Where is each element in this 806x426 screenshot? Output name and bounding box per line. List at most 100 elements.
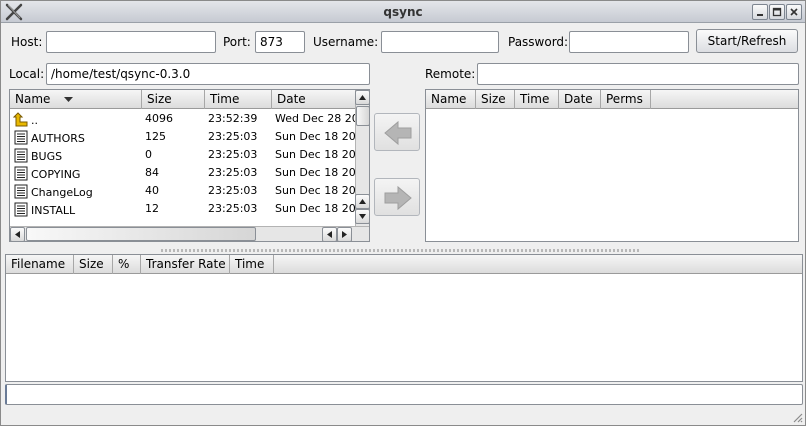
transfer-col-time[interactable]: Time	[230, 255, 274, 274]
arrow-up-icon	[359, 95, 366, 100]
table-row[interactable]: AUTHORS 125 23:25:03 Sun Dec 18 20	[10, 128, 355, 146]
local-horizontal-scrollbar[interactable]	[10, 226, 369, 241]
scroll-right-button[interactable]	[337, 227, 352, 241]
window-title: qsync	[383, 5, 423, 19]
remote-col-date[interactable]: Date	[559, 90, 601, 109]
scroll-down-button[interactable]	[355, 209, 369, 224]
file-name: ChangeLog	[31, 186, 93, 199]
close-button[interactable]	[786, 4, 802, 20]
row-date: Sun Dec 18 20	[275, 202, 355, 215]
row-size: 12	[145, 202, 159, 215]
transfer-col-size[interactable]: Size	[74, 255, 113, 274]
row-name: ChangeLog	[10, 182, 142, 200]
remote-label: Remote:	[425, 67, 476, 81]
resize-grip-icon[interactable]	[791, 411, 803, 423]
maximize-button[interactable]	[769, 4, 785, 20]
title-bar[interactable]: qsync	[1, 1, 805, 23]
local-file-list[interactable]: Name Size Time Date .. 4096 23:52:39 Wed De…	[9, 89, 370, 242]
document-icon	[14, 130, 28, 145]
local-col-time[interactable]: Time	[205, 90, 272, 109]
local-col-size[interactable]: Size	[142, 90, 205, 109]
document-icon	[14, 202, 28, 217]
transfer-list-header: Filename Size % Transfer Rate Time	[6, 255, 802, 274]
local-col-date[interactable]: Date	[272, 90, 355, 109]
document-icon	[14, 166, 28, 181]
remote-file-list[interactable]: Name Size Time Date Perms	[425, 89, 799, 242]
file-name: BUGS	[31, 150, 63, 163]
table-row[interactable]: ChangeLog 40 23:25:03 Sun Dec 18 20	[10, 182, 355, 200]
row-size: 4096	[145, 112, 173, 125]
transfer-col-percent[interactable]: %	[113, 255, 141, 274]
row-size: 84	[145, 166, 159, 179]
document-icon	[14, 148, 28, 163]
password-label: Password:	[508, 35, 569, 49]
table-row[interactable]: INSTALL 12 23:25:03 Sun Dec 18 20	[10, 200, 355, 218]
horizontal-scroll-thumb[interactable]	[26, 227, 256, 241]
local-list-header: Name Size Time Date	[10, 90, 355, 109]
transfer-col-rate[interactable]: Transfer Rate	[141, 255, 230, 274]
start-refresh-button[interactable]: Start/Refresh	[696, 29, 798, 53]
close-icon	[790, 8, 798, 16]
remote-col-name[interactable]: Name	[426, 90, 476, 109]
row-date: Sun Dec 18 20	[275, 130, 355, 143]
application-window: qsync Host: Port: 873 Username: Password…	[0, 0, 806, 426]
row-size: 40	[145, 184, 159, 197]
port-input[interactable]: 873	[255, 31, 305, 53]
username-input[interactable]	[381, 31, 499, 53]
minimize-button[interactable]	[752, 4, 768, 20]
transfer-col-filler	[274, 255, 802, 274]
row-name: INSTALL	[10, 200, 142, 218]
upload-arrow-button[interactable]	[374, 178, 420, 216]
maximize-icon	[772, 7, 782, 17]
pane-splitter[interactable]	[161, 249, 641, 252]
table-row[interactable]: .. 4096 23:52:39 Wed Dec 28 20	[10, 110, 355, 128]
arrow-up-icon	[359, 199, 366, 204]
arrow-left-icon	[327, 231, 332, 238]
host-input[interactable]	[46, 31, 216, 53]
remote-col-time[interactable]: Time	[515, 90, 559, 109]
arrow-right-icon	[384, 185, 412, 211]
row-time: 23:25:03	[208, 184, 258, 197]
minimize-icon	[757, 14, 763, 16]
row-time: 23:25:03	[208, 148, 258, 161]
local-label: Local:	[9, 67, 45, 81]
local-path-input[interactable]: /home/test/qsync-0.3.0	[46, 63, 370, 85]
remote-col-perms[interactable]: Perms	[601, 90, 651, 109]
row-time: 23:25:03	[208, 166, 258, 179]
local-vertical-scrollbar[interactable]	[355, 90, 369, 226]
row-name: ..	[10, 110, 142, 128]
vertical-scroll-thumb[interactable]	[356, 106, 369, 126]
remote-col-size[interactable]: Size	[476, 90, 515, 109]
row-date: Wed Dec 28 20	[275, 112, 355, 125]
local-col-name[interactable]: Name	[10, 90, 142, 109]
row-time: 23:25:03	[208, 202, 258, 215]
download-arrow-button[interactable]	[374, 113, 420, 151]
scroll-left-button[interactable]	[10, 227, 25, 241]
row-date: Sun Dec 18 20	[275, 148, 355, 161]
arrow-right-icon	[342, 231, 347, 238]
file-name: ..	[31, 114, 38, 127]
table-row[interactable]: BUGS 0 23:25:03 Sun Dec 18 20	[10, 146, 355, 164]
transfer-col-filename[interactable]: Filename	[6, 255, 74, 274]
table-row[interactable]: COPYING 84 23:25:03 Sun Dec 18 20	[10, 164, 355, 182]
scroll-up-button[interactable]	[355, 90, 369, 105]
arrow-down-icon	[359, 214, 366, 219]
row-name: AUTHORS	[10, 128, 142, 146]
document-icon	[14, 184, 28, 199]
remote-col-filler	[651, 90, 798, 109]
remote-path-input[interactable]	[477, 63, 799, 85]
transfer-queue-list[interactable]: Filename Size % Transfer Rate Time	[5, 254, 803, 382]
command-input[interactable]	[5, 384, 803, 405]
port-label: Port:	[223, 35, 251, 49]
row-size: 125	[145, 130, 166, 143]
folder-up-icon	[13, 112, 28, 127]
password-input[interactable]	[569, 31, 689, 53]
row-name: COPYING	[10, 164, 142, 182]
sort-descending-icon	[64, 97, 73, 102]
row-time: 23:25:03	[208, 130, 258, 143]
scroll-left-button-right[interactable]	[322, 227, 337, 241]
arrow-left-icon	[384, 120, 412, 146]
arrow-left-icon	[15, 231, 20, 238]
row-date: Sun Dec 18 20	[275, 166, 355, 179]
scroll-up-button-lower[interactable]	[355, 194, 369, 209]
